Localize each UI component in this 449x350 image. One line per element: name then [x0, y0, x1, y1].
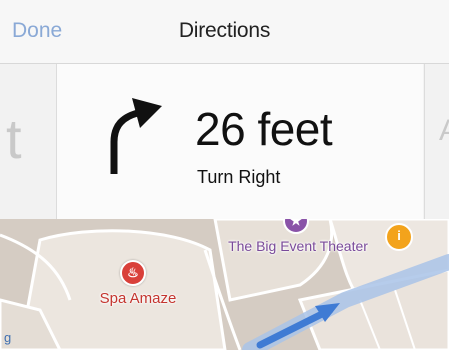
- directions-carousel[interactable]: t 26 feet Turn Right A: [0, 64, 449, 219]
- turn-right-arrow-icon: [110, 98, 162, 174]
- next-step-peek-text: A: [439, 114, 449, 148]
- previous-step-peek-text: t: [6, 107, 22, 170]
- place-label-theater[interactable]: The Big Event Theater: [228, 238, 368, 254]
- page-title: Directions: [178, 19, 271, 42]
- current-step-card[interactable]: 26 feet Turn Right: [57, 64, 423, 219]
- spa-icon[interactable]: ♨: [120, 260, 146, 286]
- step-distance: 26 feet: [195, 103, 333, 155]
- info-icon[interactable]: i: [385, 223, 413, 251]
- previous-step-card[interactable]: t: [0, 64, 57, 219]
- next-step-card[interactable]: A: [424, 64, 449, 219]
- map-edge-label: g: [4, 330, 12, 345]
- place-label-spa[interactable]: Spa Amaze: [88, 290, 188, 307]
- step-instruction: Turn Right: [197, 167, 281, 187]
- navigation-bar: Done Directions: [0, 0, 449, 64]
